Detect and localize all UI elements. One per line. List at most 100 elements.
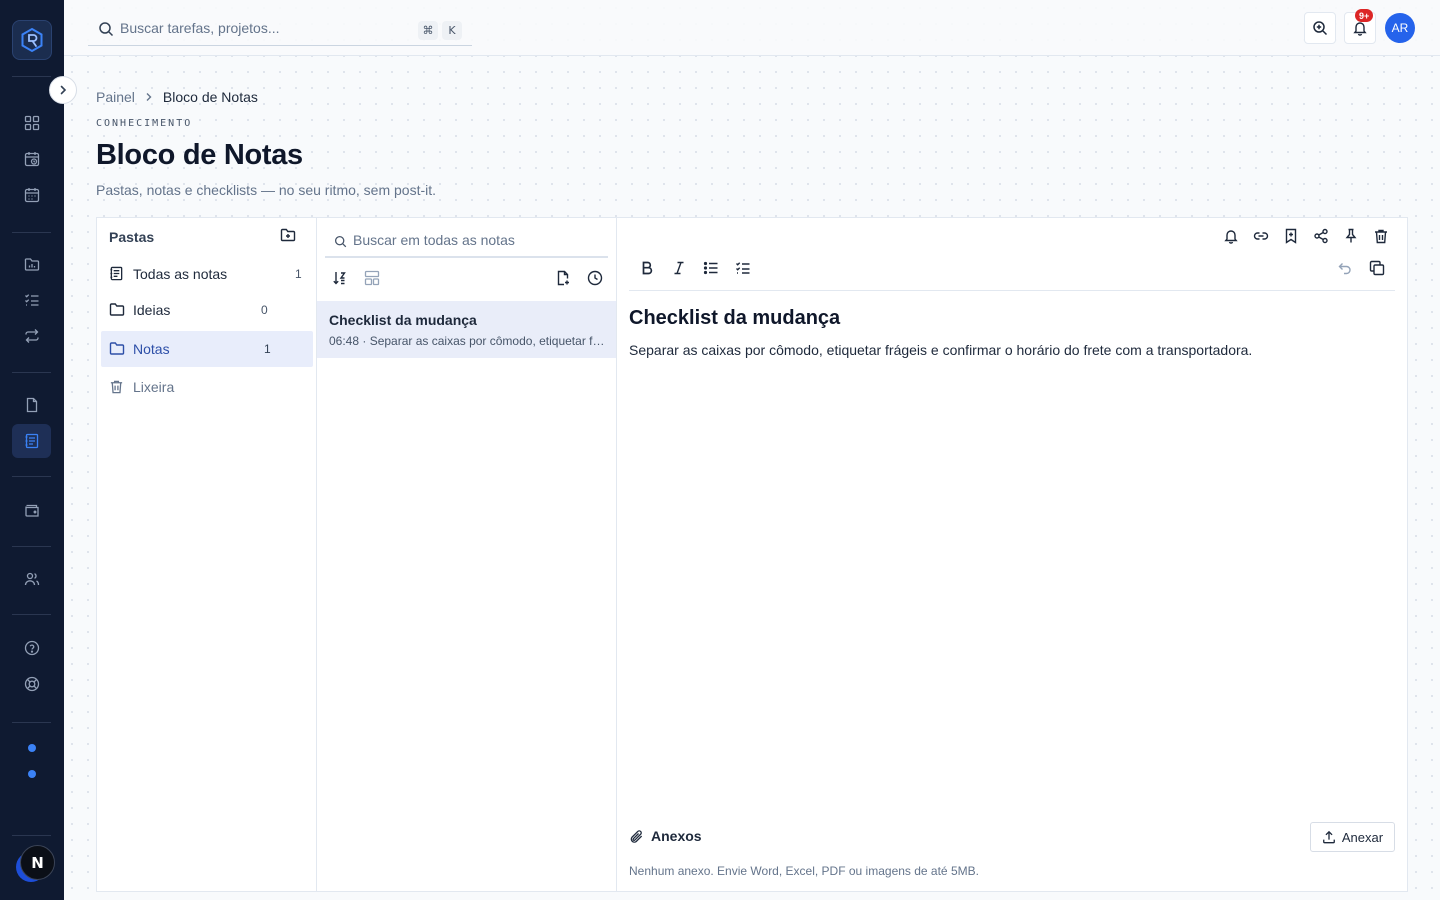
italic-button[interactable]	[671, 260, 687, 276]
user-avatar[interactable]: AR	[1385, 13, 1415, 43]
notes-panel: Pastas Todas as notas 1 Ideias 0 Notas 1	[96, 217, 1408, 892]
chevron-right-icon	[60, 85, 67, 95]
bullet-list-button[interactable]	[703, 260, 719, 276]
layout-toggle-button[interactable]	[364, 270, 380, 286]
logo-mark-icon	[21, 27, 43, 53]
sidebar: N	[0, 0, 64, 900]
trash-icon	[109, 379, 124, 394]
notes-list-column: Buscar em todas as notas Checklist da mu…	[317, 218, 617, 891]
status-dot	[28, 770, 36, 778]
status-dot	[28, 744, 36, 752]
global-search-input[interactable]: Buscar tarefas, projetos... ⌘ K	[88, 12, 472, 46]
sidebar-item-dashboard[interactable]	[12, 106, 51, 140]
note-editor: Checklist da mudança Separar as caixas p…	[617, 218, 1407, 891]
attachments-label: Anexos	[651, 828, 702, 844]
breadcrumb-item-current: Bloco de Notas	[162, 89, 258, 105]
upload-icon	[1322, 830, 1335, 844]
notification-badge: 9+	[1355, 9, 1374, 22]
folders-title: Pastas	[109, 229, 155, 245]
checklist-button[interactable]	[735, 260, 751, 276]
new-folder-button[interactable]	[280, 227, 296, 243]
sidebar-item-notes[interactable]	[12, 424, 51, 458]
sidebar-expand-button[interactable]	[49, 76, 77, 104]
checklist-icon	[736, 262, 750, 274]
sidebar-divider	[12, 722, 51, 723]
note-editor-title[interactable]: Checklist da mudança	[629, 307, 840, 330]
bell-icon	[1224, 230, 1238, 244]
new-note-button[interactable]	[555, 270, 571, 286]
folder-chart-icon	[24, 258, 39, 271]
help-circle-icon	[24, 640, 39, 656]
copy-link-button[interactable]	[1253, 228, 1269, 244]
notebook-icon	[109, 266, 124, 281]
sidebar-item-calendar[interactable]	[12, 178, 51, 212]
sidebar-item-schedule[interactable]	[12, 142, 51, 176]
dashboard-icon	[24, 115, 39, 131]
checklist-icon	[24, 294, 38, 306]
share-button[interactable]	[1313, 228, 1329, 244]
bold-icon	[642, 261, 653, 275]
sort-button[interactable]	[332, 270, 348, 286]
history-button[interactable]	[587, 270, 603, 286]
folder-item-todas[interactable]: Todas as notas 1	[101, 256, 313, 292]
page-subtitle: Pastas, notas e checklists — no seu ritm…	[96, 182, 437, 198]
wallet-icon	[24, 504, 39, 517]
workspace-avatar[interactable]: N	[20, 845, 55, 880]
sidebar-item-team[interactable]	[12, 562, 51, 596]
sidebar-divider	[12, 232, 51, 233]
folder-plus-icon	[280, 228, 296, 242]
sidebar-divider	[12, 614, 51, 615]
global-search-placeholder: Buscar tarefas, projetos...	[120, 20, 280, 36]
users-icon	[24, 572, 39, 586]
folder-item-notas[interactable]: Notas 1	[101, 331, 313, 367]
sidebar-divider	[12, 835, 51, 836]
folder-count: 1	[264, 342, 271, 356]
notebook-icon	[25, 433, 38, 449]
note-editor-body[interactable]: Separar as caixas por cômodo, etiquetar …	[629, 342, 1252, 358]
bold-button[interactable]	[639, 260, 655, 276]
page-eyebrow: CONHECIMENTO	[96, 118, 193, 129]
duplicate-button[interactable]	[1369, 260, 1385, 276]
clock-icon	[587, 270, 603, 286]
folder-icon	[109, 302, 125, 317]
bookmark-button[interactable]	[1283, 228, 1299, 244]
breadcrumb: Painel Bloco de Notas	[96, 89, 258, 105]
breadcrumb-item-painel[interactable]: Painel	[96, 89, 135, 105]
sidebar-item-sync[interactable]	[12, 319, 51, 353]
folder-count: 1	[295, 267, 302, 281]
search-icon	[334, 235, 347, 248]
attach-button[interactable]: Anexar	[1310, 822, 1395, 852]
calendar-icon	[24, 188, 39, 203]
share-icon	[1314, 228, 1328, 244]
pin-button[interactable]	[1343, 228, 1359, 244]
sidebar-item-documents[interactable]	[12, 388, 51, 422]
notes-search-input[interactable]: Buscar em todas as notas	[325, 226, 608, 258]
sidebar-item-tasks[interactable]	[12, 283, 51, 317]
folder-item-ideias[interactable]: Ideias 0	[101, 292, 313, 328]
top-bar: Buscar tarefas, projetos... ⌘ K	[64, 0, 1440, 56]
editor-toolbar-divider	[629, 290, 1395, 291]
note-list-item[interactable]: Checklist da mudança 06:48 · Separar as …	[317, 301, 616, 358]
folder-count: 0	[261, 303, 268, 317]
shortcut-key-k: K	[442, 21, 462, 40]
undo-button[interactable]	[1337, 260, 1353, 276]
sidebar-item-help[interactable]	[12, 631, 51, 665]
file-plus-icon	[557, 270, 569, 286]
app-logo[interactable]	[12, 20, 52, 60]
sidebar-item-support[interactable]	[12, 667, 51, 701]
sidebar-divider	[12, 372, 51, 373]
link-icon	[1253, 232, 1269, 240]
chevron-right-icon	[146, 93, 152, 101]
zoom-button[interactable]	[1304, 12, 1336, 44]
copy-icon	[1369, 260, 1385, 276]
sidebar-item-wallet[interactable]	[12, 493, 51, 527]
pin-icon	[1345, 228, 1357, 243]
reminder-button[interactable]	[1223, 228, 1239, 244]
notes-search-placeholder: Buscar em todas as notas	[353, 232, 515, 248]
delete-note-button[interactable]	[1373, 228, 1389, 244]
attach-button-label: Anexar	[1341, 829, 1384, 845]
folder-item-lixeira[interactable]: Lixeira	[101, 369, 313, 405]
bullet-list-icon	[703, 261, 718, 275]
breadcrumb-separator	[145, 92, 153, 102]
sidebar-item-projects[interactable]	[12, 247, 51, 281]
